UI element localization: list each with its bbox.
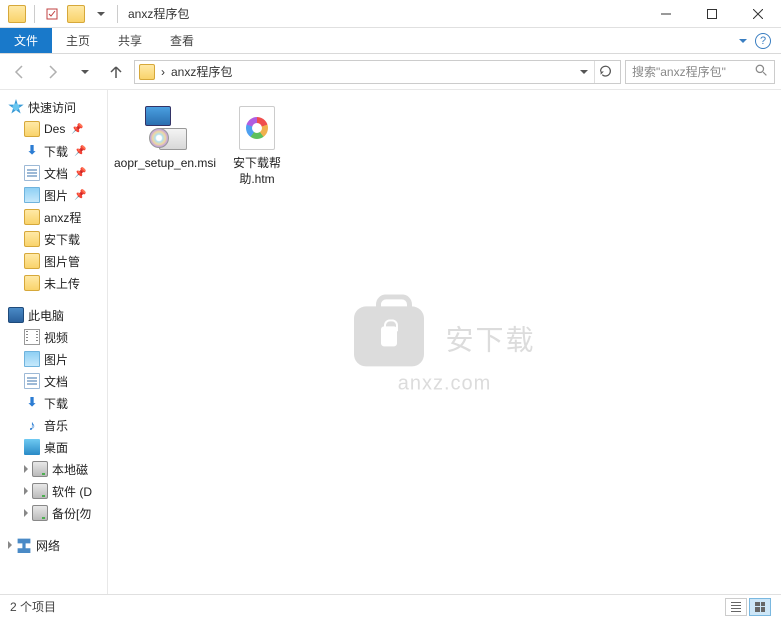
pin-icon: 📌 [74,146,86,157]
tab-file[interactable]: 文件 [0,28,52,53]
tree-software[interactable]: 软件 (D [0,480,107,502]
expand-icon[interactable] [24,509,28,517]
expand-icon[interactable] [8,541,12,549]
view-icons-button[interactable] [749,598,771,616]
titlebar: anxz程序包 [0,0,781,28]
tree-network[interactable]: 网络 [0,534,107,556]
document-icon [24,373,40,389]
tab-share[interactable]: 共享 [104,28,156,53]
refresh-button[interactable] [594,61,616,83]
tree-quick-access[interactable]: 快速访问 [0,96,107,118]
msi-icon [141,104,189,152]
pictures-icon [24,351,40,367]
folder-icon [24,121,40,137]
navigation-tree[interactable]: 快速访问 Des📌 ⬇下载📌 文档📌 图片📌 anxz程 安下载 图片管 未上传… [0,90,108,594]
tree-this-pc[interactable]: 此电脑 [0,304,107,326]
tree-music[interactable]: ♪音乐 [0,414,107,436]
ribbon-tabs: 文件 主页 共享 查看 ? [0,28,781,54]
tab-view[interactable]: 查看 [156,28,208,53]
folder-icon [24,253,40,269]
qat-properties-icon[interactable] [41,3,63,25]
file-item-htm[interactable]: 安下载帮助.htm [218,104,296,187]
file-name: aopr_setup_en.msi [114,156,216,172]
breadcrumb-sep: › [161,65,165,79]
file-name: 安下载帮助.htm [218,156,296,187]
status-bar: 2 个项目 [0,594,781,618]
address-bar[interactable]: › anxz程序包 [134,60,621,84]
search-icon [755,64,768,80]
download-icon: ⬇ [24,143,40,159]
folder-icon [24,275,40,291]
app-folder-icon [6,3,28,25]
music-icon: ♪ [24,417,40,433]
drive-icon [32,461,48,477]
tree-anxz[interactable]: anxz程 [0,206,107,228]
separator [117,5,118,23]
tree-axz-dl[interactable]: 安下载 [0,228,107,250]
status-count: 2 个项目 [10,598,56,615]
tree-picmgr[interactable]: 图片管 [0,250,107,272]
tree-downloads2[interactable]: ⬇下载 [0,392,107,414]
forward-button[interactable] [38,59,66,85]
tree-backup[interactable]: 备份[勿 [0,502,107,524]
tree-local-disk[interactable]: 本地磁 [0,458,107,480]
minimize-button[interactable] [643,0,689,28]
separator [34,5,35,23]
tree-documents[interactable]: 文档📌 [0,162,107,184]
video-icon [24,329,40,345]
file-item-msi[interactable]: aopr_setup_en.msi [126,104,204,172]
tree-unup[interactable]: 未上传 [0,272,107,294]
tree-videos[interactable]: 视频 [0,326,107,348]
tree-pictures2[interactable]: 图片 [0,348,107,370]
expand-icon[interactable] [24,487,28,495]
breadcrumb-path[interactable]: anxz程序包 [171,63,232,80]
expand-icon[interactable] [24,465,28,473]
tree-pictures[interactable]: 图片📌 [0,184,107,206]
drive-icon [32,505,48,521]
download-icon: ⬇ [24,395,40,411]
qat-dropdown[interactable] [89,3,111,25]
network-icon [16,537,32,553]
pictures-icon [24,187,40,203]
folder-icon [24,209,40,225]
watermark: 安下载 anxz.com [353,306,535,395]
tree-desktop[interactable]: Des📌 [0,118,107,140]
pin-icon: 📌 [71,124,83,135]
search-placeholder: 搜索"anxz程序包" [632,63,726,80]
star-icon [8,99,24,115]
qat-folder-icon[interactable] [65,3,87,25]
back-button[interactable] [6,59,34,85]
tree-downloads[interactable]: ⬇下载📌 [0,140,107,162]
tree-desktop2[interactable]: 桌面 [0,436,107,458]
search-input[interactable]: 搜索"anxz程序包" [625,60,775,84]
file-list[interactable]: aopr_setup_en.msi 安下载帮助.htm 安下载 anxz.com [108,90,781,594]
navigation-bar: › anxz程序包 搜索"anxz程序包" [0,54,781,90]
pc-icon [8,307,24,323]
folder-icon [24,231,40,247]
close-button[interactable] [735,0,781,28]
up-button[interactable] [102,59,130,85]
pin-icon: 📌 [74,190,86,201]
htm-icon [233,104,281,152]
pin-icon: 📌 [74,168,86,179]
recent-dropdown[interactable] [70,59,98,85]
window-title: anxz程序包 [128,5,189,22]
document-icon [24,165,40,181]
drive-icon [32,483,48,499]
ribbon-help[interactable]: ? [727,28,781,53]
tree-documents2[interactable]: 文档 [0,370,107,392]
view-details-button[interactable] [725,598,747,616]
maximize-button[interactable] [689,0,735,28]
desktop-icon [24,439,40,455]
address-dropdown[interactable] [580,70,588,74]
tab-home[interactable]: 主页 [52,28,104,53]
folder-icon [139,64,155,80]
